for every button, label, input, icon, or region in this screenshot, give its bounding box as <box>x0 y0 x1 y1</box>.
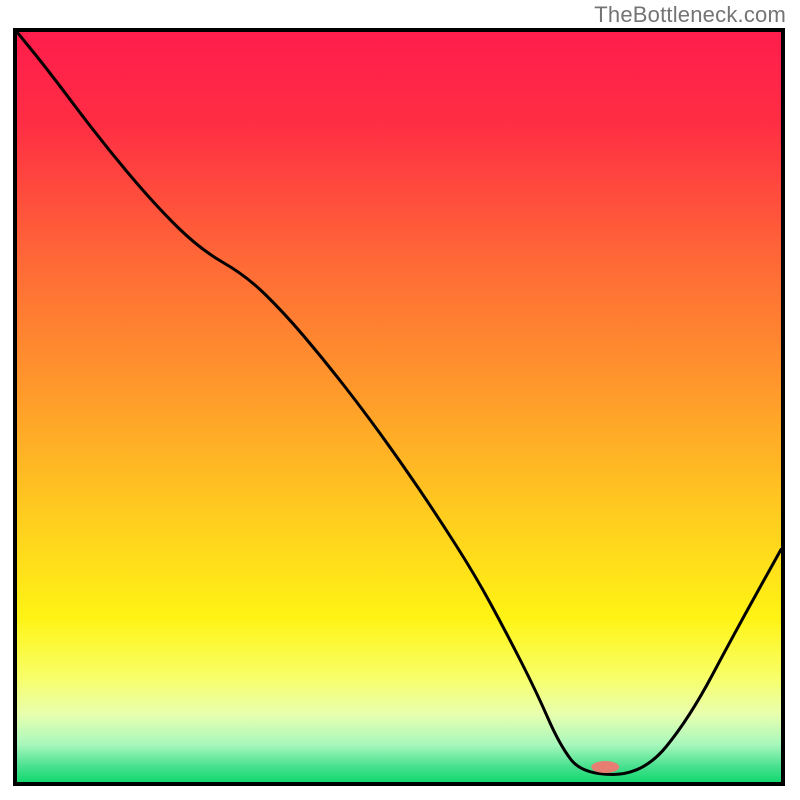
chart-canvas <box>17 32 781 782</box>
chart-background <box>17 32 781 782</box>
watermark-text: TheBottleneck.com <box>594 2 786 28</box>
optimal-marker <box>591 761 619 773</box>
chart-frame <box>13 28 785 786</box>
